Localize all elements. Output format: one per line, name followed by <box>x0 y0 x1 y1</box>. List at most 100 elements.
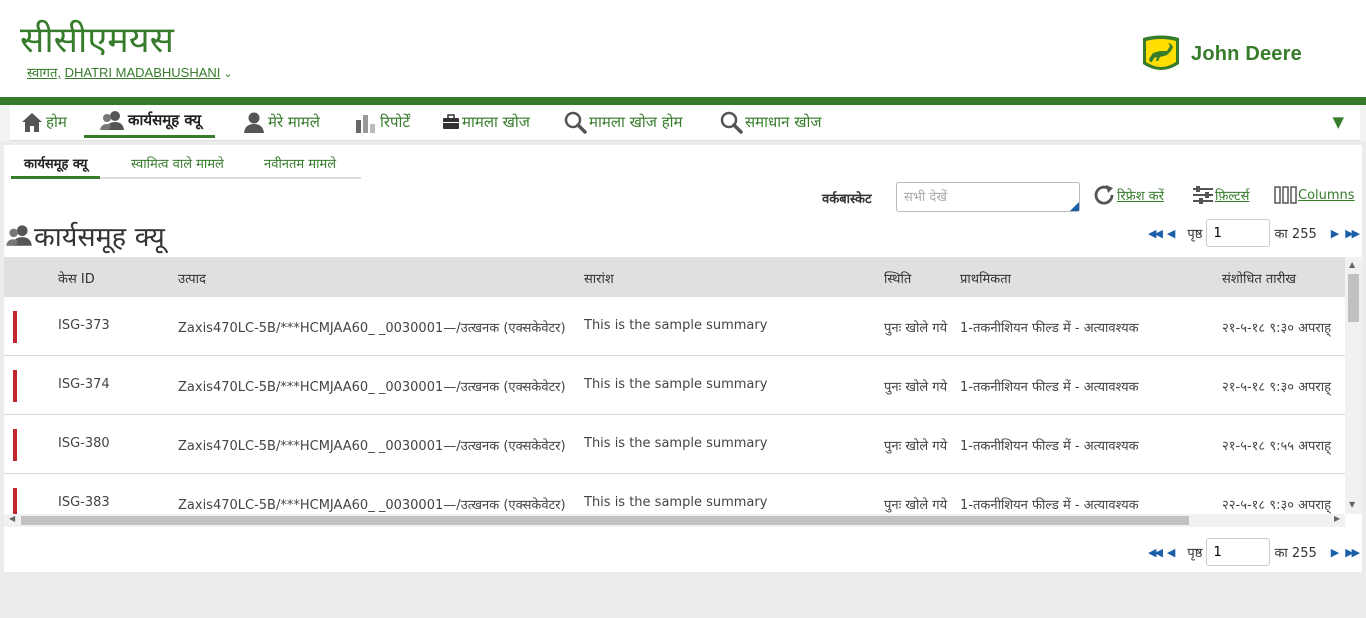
product: Zaxis470LC-5B/***HCMJAA60_ _0030001—/उत्… <box>178 439 566 454</box>
filter-sliders-icon <box>1193 186 1213 204</box>
status: पुनः खोले गये <box>884 380 948 395</box>
main-nav: होम कार्यसमूह क्यू मेरे मामले रिपोर्टें … <box>0 105 1366 141</box>
summary: This is the sample summary <box>584 495 768 510</box>
status: पुनः खोले गये <box>884 439 948 454</box>
cases-table: केस ID उत्पाद सारांश स्थिति प्राथमिकता स… <box>4 257 1362 527</box>
logo-text: John Deere <box>1191 42 1302 65</box>
nav-workgroup-queue[interactable]: कार्यसमूह क्यू <box>84 105 216 138</box>
home-icon <box>22 112 42 132</box>
app-title: सीसीएमयस <box>20 20 174 61</box>
columns-icon <box>1274 186 1297 204</box>
product: Zaxis470LC-5B/***HCMJAA60_ _0030001—/उत्… <box>178 498 566 513</box>
col-product[interactable]: उत्पाद <box>178 269 206 287</box>
scroll-up-icon[interactable]: ▲ <box>1349 260 1355 269</box>
col-summary[interactable]: सारांश <box>584 269 614 287</box>
summary: This is the sample summary <box>584 318 768 333</box>
page-count: का 255 <box>1274 227 1317 242</box>
nav-case-search-home-label: मामला खोज होम <box>589 112 683 131</box>
user-name[interactable]: DHATRI MADABHUSHANI <box>65 65 221 80</box>
sub-tabs: कार्यसमूह क्यू स्वामित्व वाले मामले नवीन… <box>11 149 361 179</box>
refresh-icon <box>1094 185 1114 205</box>
page-label: पृष्ठ <box>1187 227 1203 242</box>
subtab-owned-cases[interactable]: स्वामित्व वाले मामले <box>131 149 224 177</box>
nav-more-dropdown-icon[interactable]: ▼ <box>1332 113 1344 131</box>
page-title: कार्यसमूह क्यू <box>4 217 165 253</box>
person-icon <box>244 112 264 133</box>
case-id[interactable]: ISG-374 <box>58 377 110 392</box>
refresh-button[interactable]: रिफ्रेश करें <box>1093 183 1164 207</box>
chevron-down-icon[interactable]: ⌄ <box>223 68 232 80</box>
priority-flag <box>13 311 17 343</box>
page-number-input[interactable] <box>1206 538 1271 566</box>
search-icon <box>720 111 743 134</box>
brand-bar <box>0 97 1366 105</box>
group-icon <box>6 225 32 246</box>
filters-label: फ़िल्टर्स <box>1215 189 1250 204</box>
modified-date: २१-५-१८ ९:५५ अपराह् <box>1222 439 1332 454</box>
case-id[interactable]: ISG-380 <box>58 436 110 451</box>
col-status[interactable]: स्थिति <box>884 269 911 287</box>
nav-reports-label: रिपोर्टें <box>380 112 410 131</box>
table-row[interactable]: ISG-374 Zaxis470LC-5B/***HCMJAA60_ _0030… <box>4 356 1345 415</box>
priority-flag <box>13 370 17 402</box>
scroll-down-icon[interactable]: ▼ <box>1349 500 1355 509</box>
priority-flag <box>13 429 17 461</box>
next-page-icon[interactable]: ▶ <box>1331 227 1340 240</box>
first-page-icon[interactable]: ◀◀ <box>1148 546 1163 559</box>
nav-solution-search-label: समाधान खोज <box>745 112 822 131</box>
filters-button[interactable]: फ़िल्टर्स <box>1191 183 1249 207</box>
pager-top: ◀◀ ◀ पृष्ठ का 255 ▶ ▶▶ <box>1148 218 1360 248</box>
priority: 1-तकनीशियन फील्ड में - अत्यावश्यक <box>960 321 1139 336</box>
subtab-workgroup-queue[interactable]: कार्यसमूह क्यू <box>11 149 101 179</box>
nav-home-label: होम <box>46 112 67 131</box>
nav-my-cases[interactable]: मेरे मामले <box>242 105 320 138</box>
priority: 1-तकनीशियन फील्ड में - अत्यावश्यक <box>960 498 1139 513</box>
case-id[interactable]: ISG-383 <box>58 495 110 510</box>
subtab-latest-cases[interactable]: नवीनतम मामले <box>264 149 336 177</box>
priority: 1-तकनीशियन फील्ड में - अत्यावश्यक <box>960 380 1139 395</box>
scroll-left-icon[interactable]: ◀ <box>9 514 15 523</box>
case-id[interactable]: ISG-373 <box>58 318 110 333</box>
nav-reports[interactable]: रिपोर्टें <box>354 105 410 138</box>
nav-my-cases-label: मेरे मामले <box>268 112 320 131</box>
last-page-icon[interactable]: ▶▶ <box>1345 546 1360 559</box>
first-page-icon[interactable]: ◀◀ <box>1148 227 1163 240</box>
table-row[interactable]: ISG-373 Zaxis470LC-5B/***HCMJAA60_ _0030… <box>4 297 1345 356</box>
scroll-right-icon[interactable]: ▶ <box>1334 514 1340 523</box>
nav-solution-search[interactable]: समाधान खोज <box>719 105 821 138</box>
status: पुनः खोले गये <box>884 498 948 513</box>
priority: 1-तकनीशियन फील्ड में - अत्यावश्यक <box>960 439 1139 454</box>
dropdown-corner-icon <box>1070 202 1079 211</box>
vertical-scrollbar[interactable]: ▲ ▼ <box>1345 257 1362 514</box>
last-page-icon[interactable]: ▶▶ <box>1345 227 1360 240</box>
col-modified-date[interactable]: संशोधित तारीख <box>1222 269 1296 287</box>
page-number-input[interactable] <box>1206 219 1271 247</box>
table-row[interactable]: ISG-380 Zaxis470LC-5B/***HCMJAA60_ _0030… <box>4 415 1345 474</box>
nav-case-search-home[interactable]: मामला खोज होम <box>563 105 683 138</box>
bar-chart-icon <box>356 114 375 133</box>
page-title-text: कार्यसमूह क्यू <box>34 221 165 253</box>
summary: This is the sample summary <box>584 377 768 392</box>
workbasket-label: वर्कबास्केट <box>822 192 872 207</box>
col-priority[interactable]: प्राथमिकता <box>960 269 1011 287</box>
pager-bottom: ◀◀ ◀ पृष्ठ का 255 ▶ ▶▶ <box>1148 537 1360 567</box>
horizontal-scroll-thumb[interactable] <box>21 516 1189 525</box>
search-icon <box>564 111 587 134</box>
col-case-id[interactable]: केस ID <box>58 269 95 287</box>
status: पुनः खोले गये <box>884 321 948 336</box>
user-menu[interactable]: स्वागत, DHATRI MADABHUSHANI ⌄ <box>27 63 233 81</box>
horizontal-scrollbar[interactable]: ◀ ▶ <box>4 514 1345 527</box>
next-page-icon[interactable]: ▶ <box>1331 546 1340 559</box>
nav-case-search-label: मामला खोज <box>462 112 530 131</box>
prev-page-icon[interactable]: ◀ <box>1167 227 1176 240</box>
nav-home[interactable]: होम <box>20 105 67 138</box>
modified-date: २१-५-१८ ९:३० अपराह् <box>1222 321 1332 336</box>
prev-page-icon[interactable]: ◀ <box>1167 546 1176 559</box>
workbasket-select[interactable] <box>896 182 1080 212</box>
nav-case-search[interactable]: मामला खोज <box>442 105 530 138</box>
columns-button[interactable]: Columns <box>1274 183 1355 207</box>
modified-date: २२-५-१८ ९:३० अपराह् <box>1222 498 1332 513</box>
nav-workgroup-queue-label: कार्यसमूह क्यू <box>128 111 202 129</box>
vertical-scroll-thumb[interactable] <box>1348 274 1359 322</box>
table-header: केस ID उत्पाद सारांश स्थिति प्राथमिकता स… <box>4 257 1345 297</box>
